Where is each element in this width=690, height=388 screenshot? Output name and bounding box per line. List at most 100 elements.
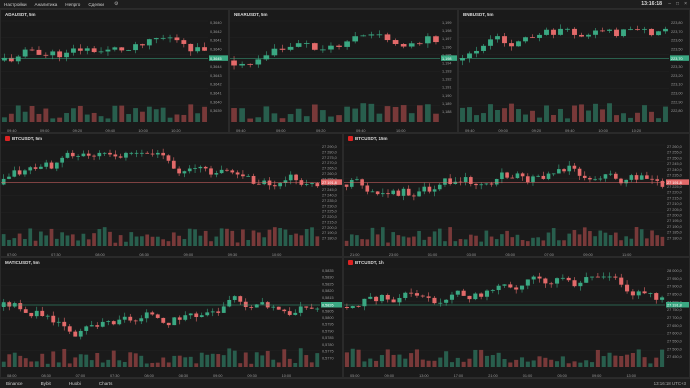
- volume-bar: [230, 230, 235, 246]
- candle-body: [256, 183, 261, 185]
- candle-body: [443, 178, 447, 185]
- panel-title: BTCUSDT, 5m: [12, 136, 43, 141]
- volume-bar: [551, 228, 556, 246]
- candlestick-chart[interactable]: 1,1991,1981,1971,1961,1951,1941,1931,192…: [230, 10, 458, 133]
- volume-bar: [525, 241, 530, 246]
- candlestick-chart[interactable]: 0,58350,58300,58250,58200,58150,58100,58…: [1, 258, 343, 378]
- volume-bar: [453, 241, 458, 246]
- volume-bar: [461, 361, 466, 367]
- candlestick-chart[interactable]: 0,3640 0,3642 0,3641 0,3640 0,3645 0,3644 0,36…: [1, 10, 229, 133]
- volume-bar: [78, 354, 83, 367]
- volume-bar: [479, 349, 484, 367]
- volume-bar: [537, 356, 542, 367]
- candle-body: [619, 277, 624, 285]
- gear-icon[interactable]: ⚙: [114, 1, 118, 7]
- candlestick-chart[interactable]: 28 000,027 950,027 900,027 850,027 800,0…: [344, 258, 690, 378]
- menu-item-analytics[interactable]: Аналитика: [35, 2, 58, 7]
- charts-tab[interactable]: Charts: [99, 381, 113, 386]
- volume-bar: [531, 237, 535, 246]
- candlestick-chart[interactable]: 27 260,0 27 255,027 250,0 27 245,0 27 240,0…: [344, 134, 690, 257]
- volume-bar: [530, 110, 535, 122]
- candle-body: [530, 37, 535, 39]
- status-time: 13:16:18 UTC+3: [653, 381, 686, 386]
- chart-panel-bnb[interactable]: BNBUSDT, 5m 223,80 223,70 223,60 223,50 223,…: [458, 9, 690, 133]
- candlestick-chart[interactable]: 223,80223,70223,60223,50223,40223,30223,…: [459, 10, 690, 133]
- candle-body: [502, 36, 507, 44]
- candle-body: [311, 43, 318, 50]
- volume-bar: [375, 234, 380, 246]
- y-tick-label: 1,192: [442, 78, 452, 82]
- y-tick-label: 0,5815: [322, 296, 334, 300]
- menu-item-misc[interactable]: Непрго: [65, 2, 80, 7]
- chart-panel-near[interactable]: NEARUSDT, 5m 1,199 1,198 1,197 1,196 1,195 1,…: [229, 9, 458, 133]
- candle-body: [251, 175, 256, 184]
- candle-body: [593, 30, 598, 35]
- clock-display: 13:16:18: [641, 1, 662, 7]
- y-tick-label: 0,5835: [322, 269, 334, 273]
- panel-header[interactable]: NEARUSDT, 5m: [230, 10, 457, 19]
- candle-body: [636, 291, 641, 296]
- exchange-tab-binance[interactable]: Binance: [6, 381, 23, 386]
- panel-header[interactable]: BNBUSDT, 5m: [459, 10, 689, 19]
- panel-title: NEARUSDT, 5m: [234, 12, 268, 17]
- volume-bar: [203, 230, 208, 246]
- price-tag-label: 1,198: [442, 57, 452, 61]
- candle-body: [566, 277, 571, 281]
- volume-bar: [598, 230, 603, 246]
- y-tick-label: 27 190,0: [667, 225, 682, 229]
- volume-bar: [624, 236, 628, 246]
- y-tick-label: 1,188: [442, 110, 452, 114]
- y-tick-label: 27 275,0: [322, 156, 337, 160]
- candle-body: [488, 39, 493, 46]
- volume-bar: [639, 229, 644, 246]
- y-tick-label: 27 225,0: [322, 210, 337, 214]
- panel-header[interactable]: ADAUSDT, 5m: [1, 10, 228, 19]
- volume-bar: [509, 103, 514, 122]
- chart-panel-ada[interactable]: ADAUSDT, 5m 0,3640 0,3642 0,3641 0,3640 0,36…: [0, 9, 229, 133]
- panel-header[interactable]: BTCUSDT, 15m: [344, 134, 689, 143]
- maximize-icon[interactable]: □: [676, 1, 679, 7]
- close-icon[interactable]: ×: [684, 1, 687, 7]
- exchange-tab-huobi[interactable]: Huobi: [69, 381, 81, 386]
- volume-bar: [232, 350, 237, 367]
- panel-header[interactable]: BTCUSDT, 5m: [1, 134, 342, 143]
- candle-body: [174, 37, 180, 41]
- candle-body: [282, 309, 287, 312]
- menu-item-settings[interactable]: Настройки: [4, 2, 27, 7]
- candle-body: [203, 166, 208, 169]
- chart-panel-btc-1h[interactable]: BTCUSDT, 1h 28 000,0 27 950,0 27 900,0 27 8…: [343, 257, 690, 378]
- volume-bar: [484, 230, 489, 246]
- volume-bar: [161, 239, 166, 246]
- volume-bar: [360, 239, 364, 246]
- volume-bar: [210, 353, 215, 367]
- volume-bar: [505, 230, 509, 246]
- candle-body: [595, 276, 600, 278]
- panel-header[interactable]: MATICUSDT, 5m: [1, 258, 342, 267]
- volume-bar: [607, 352, 612, 367]
- y-tick-label: 0,3643: [210, 74, 222, 78]
- candle-body: [181, 40, 187, 44]
- volume-bar: [557, 240, 561, 246]
- candle-body: [558, 28, 563, 35]
- volume-bar: [33, 240, 38, 246]
- candle-body: [144, 312, 149, 319]
- candle-body: [621, 29, 626, 37]
- exchange-tab-bybit[interactable]: Bybit: [41, 381, 51, 386]
- candle-body: [199, 315, 204, 318]
- chart-panel-btc-15m[interactable]: BTCUSDT, 15m 27 260,0 27 255,0 27 250,0 27 …: [343, 133, 690, 257]
- panel-header[interactable]: BTCUSDT, 1h: [344, 258, 394, 267]
- candle-body: [525, 279, 530, 286]
- volume-bar: [304, 229, 309, 246]
- chart-panel-matic[interactable]: MATICUSDT, 5m 0,5835 0,5830 0,5825 0,5820 0,…: [0, 257, 343, 378]
- chart-panel-btc-5m[interactable]: BTCUSDT, 5m 27 290,0 27 280,0 27 275,0 27 2…: [0, 133, 343, 257]
- volume-bar: [113, 242, 118, 246]
- menu-item-trades[interactable]: Сделки: [88, 2, 104, 7]
- candlestick-chart[interactable]: 27 290,027 280,0 27 275,027 270,0 27 265,0…: [1, 134, 343, 257]
- candle-body: [60, 157, 65, 163]
- candle-body: [608, 173, 613, 175]
- y-tick-label: 27 250,0: [667, 156, 682, 160]
- volume-bar: [106, 359, 111, 367]
- candle-body: [619, 178, 623, 184]
- minimize-icon[interactable]: –: [668, 1, 671, 7]
- price-tag-label: 0,3645: [210, 57, 222, 61]
